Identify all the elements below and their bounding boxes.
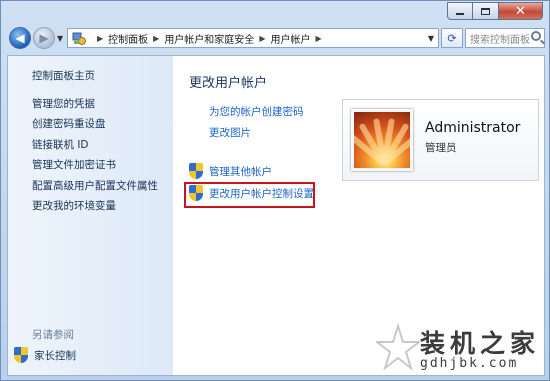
breadcrumb-user-accounts-family-safety[interactable]: 用户帐户和家庭安全 xyxy=(164,31,254,46)
control-panel-icon xyxy=(72,31,86,45)
sidebar-item-password-reset-disk[interactable]: 创建密码重设盘 xyxy=(32,116,106,131)
breadcrumb-separator-icon[interactable]: ▶ xyxy=(259,34,265,43)
close-icon: ✕ xyxy=(515,3,526,19)
recent-pages-dropdown[interactable]: ▼ xyxy=(57,34,63,43)
breadcrumb-control-panel[interactable]: 控制面板 xyxy=(108,31,148,46)
uac-shield-icon xyxy=(189,163,203,179)
address-bar[interactable]: ▶ 控制面板 ▶ 用户帐户和家庭安全 ▶ 用户帐户 ▶ ▼ xyxy=(67,28,439,48)
user-name: Administrator xyxy=(425,120,521,136)
breadcrumb: ▶ 控制面板 ▶ 用户帐户和家庭安全 ▶ 用户帐户 ▶ xyxy=(92,31,327,46)
breadcrumb-separator-icon[interactable]: ▶ xyxy=(315,34,321,43)
breadcrumb-separator-icon: ▶ xyxy=(97,33,104,43)
create-password-link[interactable]: 为您的帐户创建密码 xyxy=(209,104,304,119)
window-controls: ✕ xyxy=(447,2,543,20)
close-button[interactable]: ✕ xyxy=(499,2,543,20)
maximize-button[interactable] xyxy=(473,2,499,20)
see-also-heading: 另请参阅 xyxy=(32,329,74,341)
user-account-card: Administrator 管理员 xyxy=(342,99,539,181)
minimize-icon xyxy=(456,12,464,15)
watermark: 装机之家 gdhjbk.com xyxy=(376,322,546,380)
manage-other-accounts-item[interactable]: 管理其他帐户 xyxy=(189,163,272,179)
refresh-button[interactable]: ⟳ xyxy=(441,28,463,48)
navigation-bar: ◀ ▶ ▼ ▶ 控制面板 ▶ 用户帐户和家庭安全 ▶ 用户帐户 ▶ ▼ ⟳ 搜索… xyxy=(7,25,545,53)
parental-controls-label: 家长控制 xyxy=(34,349,76,362)
change-picture-link[interactable]: 更改图片 xyxy=(209,125,251,140)
search-icon[interactable] xyxy=(531,31,541,41)
avatar[interactable] xyxy=(351,109,413,171)
minimize-button[interactable] xyxy=(447,2,473,20)
user-role: 管理员 xyxy=(425,142,457,154)
watermark-text: 装机之家 xyxy=(420,329,541,358)
back-button[interactable]: ◀ xyxy=(9,27,31,49)
breadcrumb-separator-icon[interactable]: ▶ xyxy=(153,34,159,43)
forward-arrow-icon: ▶ xyxy=(39,31,49,45)
sidebar-item-environment-variables[interactable]: 更改我的环境变量 xyxy=(32,198,116,213)
page-title: 更改用户帐户 xyxy=(189,76,268,91)
search-box[interactable]: 搜索控制面板 xyxy=(465,28,545,48)
watermark-url: gdhjbk.com xyxy=(420,356,519,371)
watermark-star-icon xyxy=(376,322,420,371)
manage-other-accounts-link[interactable]: 管理其他帐户 xyxy=(209,164,272,179)
sidebar-item-parental-controls[interactable]: 家长控制 xyxy=(14,347,76,363)
title-bar: ✕ xyxy=(1,1,549,25)
maximize-icon xyxy=(481,7,490,15)
sidebar-item-file-encryption-certificates[interactable]: 管理文件加密证书 xyxy=(32,157,116,172)
sidebar-item-control-panel-home[interactable]: 控制面板主页 xyxy=(32,68,95,83)
refresh-icon: ⟳ xyxy=(447,31,457,45)
search-input[interactable]: 搜索控制面板 xyxy=(470,31,530,46)
sidebar: 控制面板主页 管理您的凭据 创建密码重设盘 链接联机 ID 管理文件加密证书 配… xyxy=(8,56,173,375)
uac-shield-icon xyxy=(14,347,28,363)
sidebar-item-link-online-id[interactable]: 链接联机 ID xyxy=(32,137,89,152)
sidebar-item-advanced-profile-properties[interactable]: 配置高级用户配置文件属性 xyxy=(32,178,158,193)
sidebar-item-manage-credentials[interactable]: 管理您的凭据 xyxy=(32,96,95,111)
forward-button[interactable]: ▶ xyxy=(33,27,55,49)
highlight-box xyxy=(184,182,315,208)
breadcrumb-user-accounts[interactable]: 用户帐户 xyxy=(270,31,310,46)
back-arrow-icon: ◀ xyxy=(15,31,25,45)
address-dropdown-icon[interactable]: ▼ xyxy=(428,34,434,43)
